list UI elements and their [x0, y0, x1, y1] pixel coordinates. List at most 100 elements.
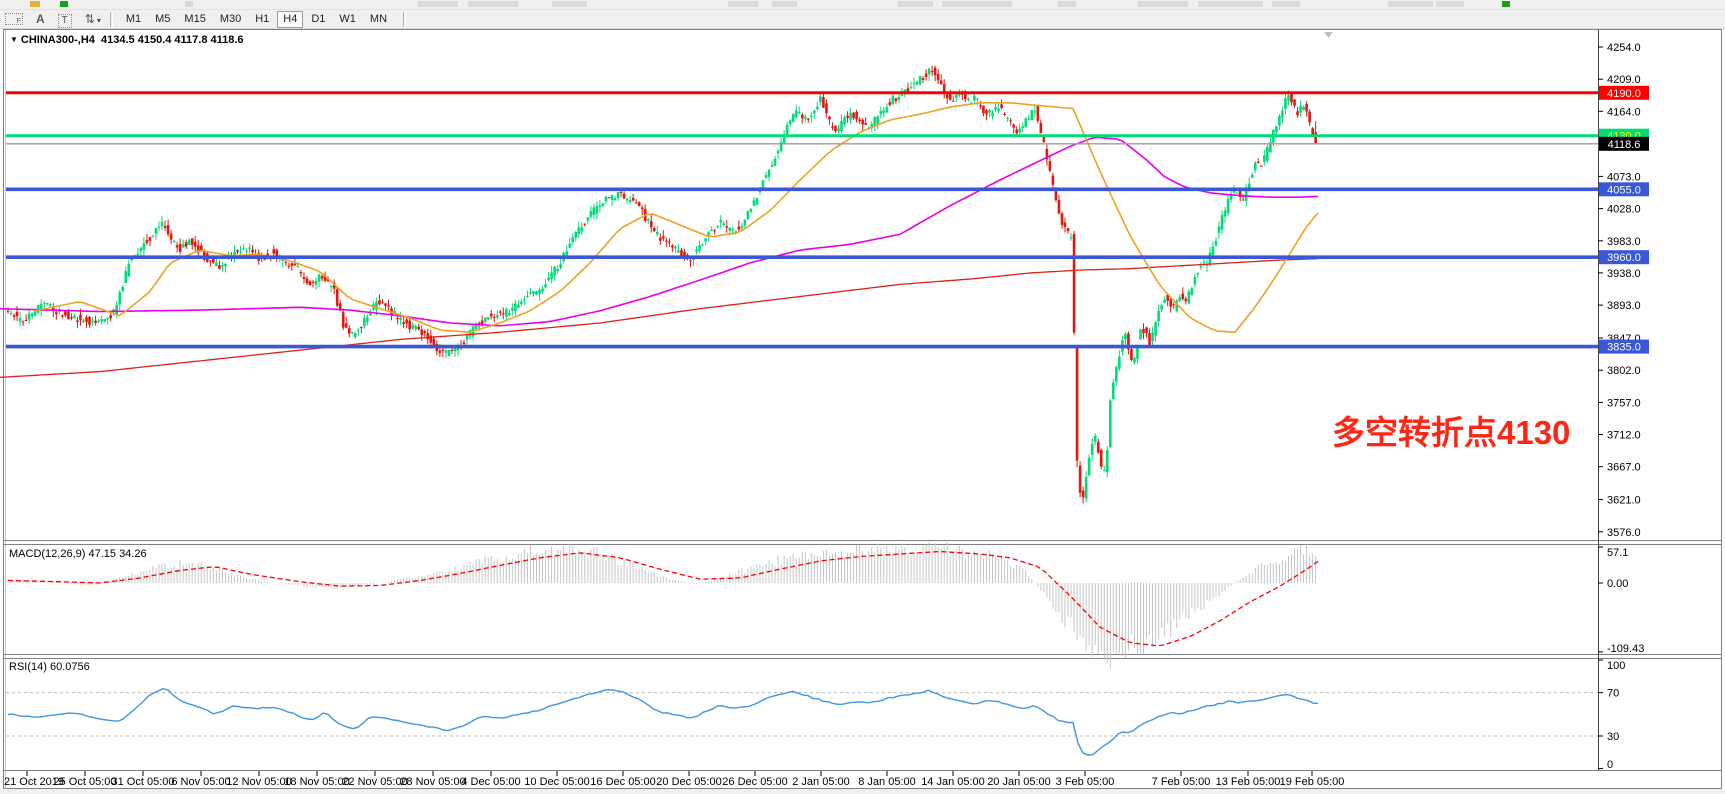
- time-tick-label: 19 Feb 05:00: [1280, 776, 1345, 788]
- price-tick-label: 3757.0: [1607, 397, 1641, 409]
- time-tick-label: 10 Dec 05:00: [524, 776, 589, 788]
- instrument-label: CHINA300-,H4: [21, 34, 95, 46]
- price-tick-label: 3802.0: [1607, 365, 1641, 377]
- price-tick-label: 4254.0: [1607, 42, 1641, 54]
- toolbar-remnant: [1198, 1, 1263, 7]
- price-tick-label: 3893.0: [1607, 300, 1641, 312]
- rsi-line: [8, 689, 1318, 756]
- time-tick-label: 3 Feb 05:00: [1056, 776, 1115, 788]
- time-axis[interactable]: 21 Oct 201925 Oct 05:0031 Oct 05:006 Nov…: [4, 771, 1344, 788]
- toolbar-remnant: [1388, 1, 1433, 7]
- timeframe-D1[interactable]: D1: [305, 11, 331, 28]
- toolbar-remnant: [1436, 1, 1464, 7]
- time-tick-label: 4 Dec 05:00: [461, 776, 520, 788]
- price-tick-label: 4073.0: [1607, 171, 1641, 183]
- macd-indicator-label: MACD(12,26,9) 47.15 34.26: [9, 548, 147, 560]
- time-tick-label: 18 Nov 05:00: [284, 776, 349, 788]
- annotation-text[interactable]: 多空转折点4130: [1332, 414, 1570, 451]
- symbol-dropdown-icon[interactable]: ▼: [10, 35, 18, 44]
- price-tick-label: 4028.0: [1607, 204, 1641, 216]
- price-tick-label: 4164.0: [1607, 106, 1641, 118]
- time-tick-label: 16 Dec 05:00: [590, 776, 655, 788]
- macd-values: 47.15 34.26: [88, 548, 146, 560]
- arrange-arrows-icon[interactable]: ⇅: [85, 13, 95, 25]
- price-tag-label: 4118.6: [1608, 139, 1641, 151]
- time-tick-label: 31 Oct 05:00: [112, 776, 175, 788]
- toolbar-remnant: [1058, 1, 1076, 7]
- toolbar-remnant: [552, 1, 587, 7]
- ma-orange-line: [35, 103, 1318, 332]
- price-tick-label: 3938.0: [1607, 268, 1641, 280]
- toolbar-remnant: [1272, 1, 1300, 7]
- price-tag-label: 4190.0: [1607, 88, 1641, 100]
- ohlc-values: 4134.5 4150.4 4117.8 4118.6: [101, 34, 244, 46]
- macd-signal-line: [8, 552, 1318, 646]
- macd-tick-label: -109.43: [1607, 643, 1644, 655]
- statusbar-strip: [0, 789, 1725, 794]
- ma-magenta-line: [0, 137, 1318, 325]
- toolbar-remnant: [60, 1, 68, 7]
- rsi-tick-label: 30: [1607, 731, 1619, 743]
- price-tick-label: 3983.0: [1607, 236, 1641, 248]
- macd-tick-label: 0.00: [1607, 578, 1628, 590]
- toolbar-remnant: [772, 1, 797, 7]
- rsi-tick-label: 0: [1607, 759, 1613, 771]
- toolbar-separator: [403, 12, 406, 27]
- toolbar-remnant: [418, 1, 458, 7]
- timeframe-M30[interactable]: M30: [214, 11, 247, 28]
- time-tick-label: 8 Jan 05:00: [858, 776, 916, 788]
- price-axis[interactable]: 4254.0 4209.0 4164.0 4073.0 4028.0 3983.0 3938…: [1598, 42, 1649, 771]
- toolbar-icons: F A T ⇅▾: [0, 10, 101, 28]
- time-tick-label: 12 Nov 05:00: [226, 776, 291, 788]
- time-tick-label: 6 Nov 05:00: [171, 776, 230, 788]
- timeframe-toolbar: M1M5M15M30H1H4D1W1MN: [119, 11, 394, 28]
- symbols-grid-icon[interactable]: F: [5, 13, 23, 25]
- price-tag-label: 3835.0: [1607, 342, 1641, 354]
- font-icon[interactable]: A: [36, 13, 45, 25]
- timeframe-MN[interactable]: MN: [364, 11, 393, 28]
- time-tick-label: 14 Jan 05:00: [921, 776, 985, 788]
- time-tick-label: 7 Feb 05:00: [1152, 776, 1211, 788]
- price-tick-label: 3712.0: [1607, 430, 1641, 442]
- toolbar-remnant: [1138, 1, 1188, 7]
- time-tick-label: 26 Dec 05:00: [722, 776, 787, 788]
- timeframe-W1[interactable]: W1: [333, 11, 362, 28]
- price-tag-label: 3960.0: [1607, 252, 1641, 264]
- toolbar-remnant: [898, 1, 933, 7]
- price-tick-label: 3667.0: [1607, 462, 1641, 474]
- timeframe-M5[interactable]: M5: [149, 11, 176, 28]
- chart-canvas[interactable]: 多空转折点4130 4254.0 4209.0 4164.0 4073.0 4028.0 3…: [0, 0, 1725, 794]
- macd-layer: [8, 542, 1318, 669]
- candles-layer: [7, 66, 1317, 504]
- time-tick-label: 13 Feb 05:00: [1216, 776, 1281, 788]
- timeframe-M1[interactable]: M1: [120, 11, 147, 28]
- chart-title[interactable]: ▼CHINA300-,H4 4134.5 4150.4 4117.8 4118.…: [10, 34, 244, 46]
- toolbar-separator: [110, 12, 113, 27]
- price-tick-label: 3576.0: [1607, 527, 1641, 539]
- toolbar-remnant: [30, 1, 40, 7]
- dropdown-caret-icon: ▾: [97, 15, 101, 27]
- rsi-name: RSI(14): [9, 661, 47, 673]
- rsi-tick-label: 100: [1607, 660, 1625, 672]
- price-tag-label: 4055.0: [1607, 184, 1641, 196]
- timeframe-H4[interactable]: H4: [277, 11, 303, 28]
- timeframe-M15[interactable]: M15: [178, 11, 211, 28]
- text-label-icon[interactable]: T: [58, 14, 72, 28]
- time-tick-label: 20 Dec 05:00: [656, 776, 721, 788]
- rsi-value: 60.0756: [50, 661, 90, 673]
- rsi-indicator-label: RSI(14) 60.0756: [9, 661, 90, 673]
- time-tick-label: 25 Oct 05:00: [54, 776, 117, 788]
- shift-marker-icon[interactable]: [1324, 32, 1333, 38]
- toolbar-remnant: [468, 1, 518, 7]
- toolbar-remnant: [185, 1, 193, 7]
- rsi-tick-label: 70: [1607, 688, 1619, 700]
- toolbar-remnant: [1502, 1, 1510, 7]
- toolbar-remnant: [942, 1, 1012, 7]
- toolbar-remnant: [728, 1, 758, 7]
- window-titlebar-remnant: [0, 0, 1725, 10]
- price-tick-label: 3621.0: [1607, 495, 1641, 507]
- macd-name: MACD(12,26,9): [9, 548, 85, 560]
- macd-tick-label: 57.1: [1607, 547, 1628, 559]
- price-tick-label: 4209.0: [1607, 74, 1641, 86]
- timeframe-H1[interactable]: H1: [249, 11, 275, 28]
